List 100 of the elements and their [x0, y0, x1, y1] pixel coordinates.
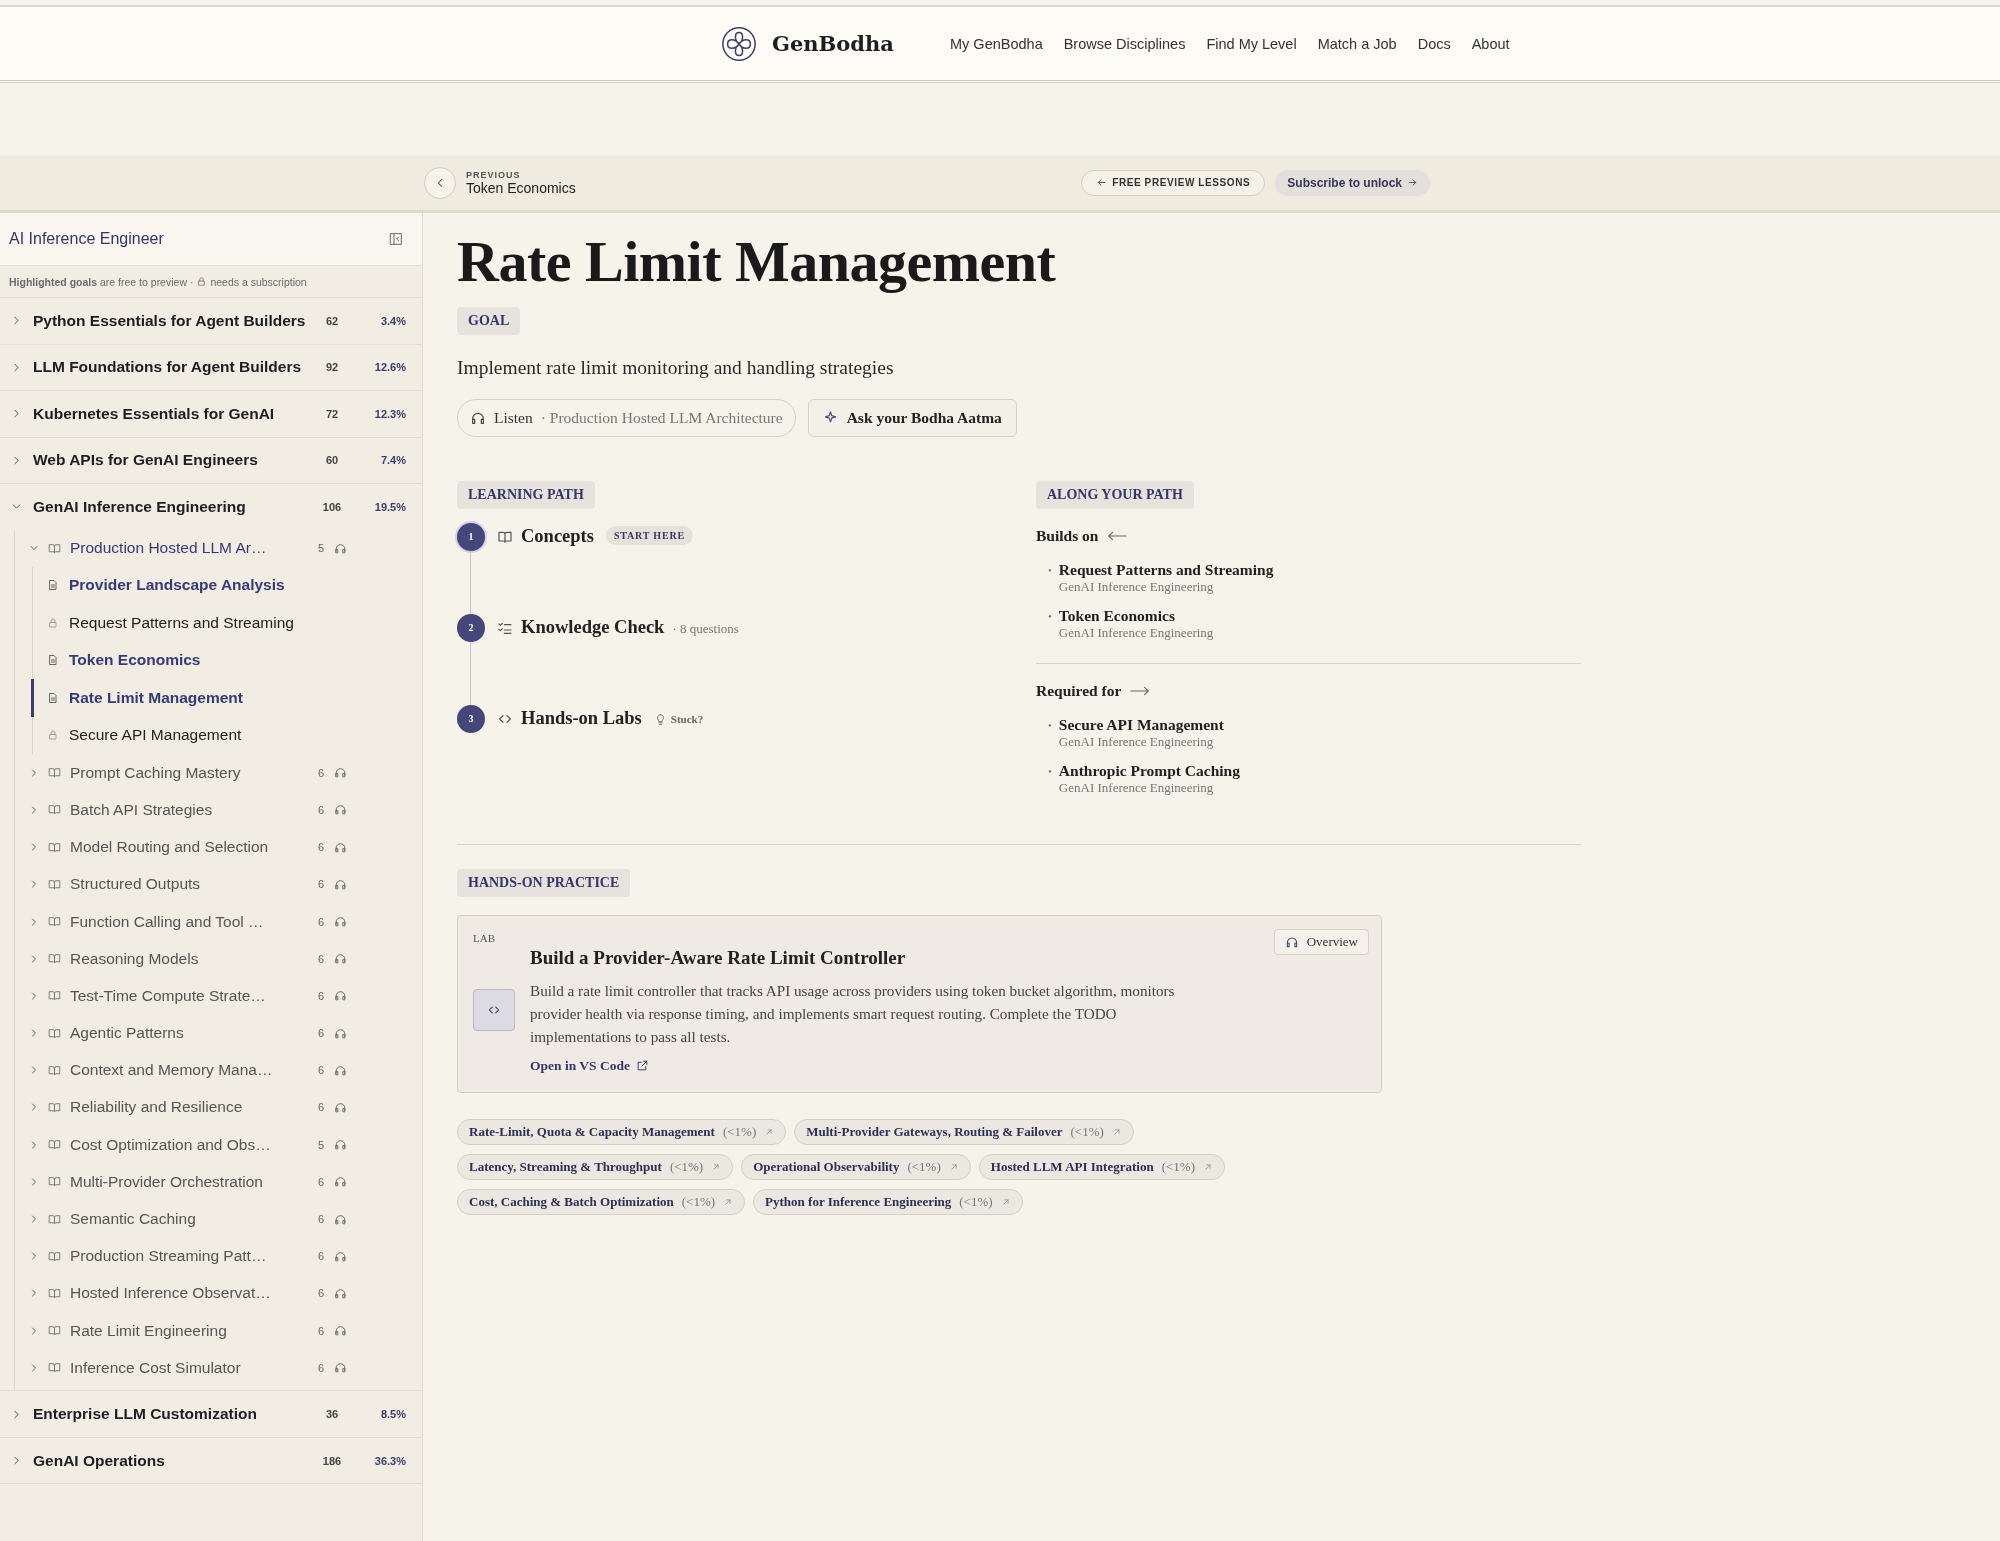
submodule-row[interactable]: Cost Optimization and Obs… 5 — [15, 1126, 422, 1164]
nav-link[interactable]: My GenBodha — [950, 35, 1043, 52]
submodule-row[interactable]: Multi-Provider Orchestration 6 — [15, 1163, 422, 1201]
headphones-icon[interactable] — [334, 1175, 347, 1189]
lesson-item[interactable]: Request Patterns and Streaming — [31, 604, 422, 642]
headphones-icon[interactable] — [334, 541, 347, 555]
nav-link[interactable]: Find My Level — [1206, 35, 1297, 52]
sidebar-title: AI Inference Engineer — [9, 230, 164, 248]
submodule-row[interactable]: Rate Limit Engineering 6 — [15, 1312, 422, 1350]
book-icon — [48, 877, 61, 891]
submodule-row[interactable]: Semantic Caching 6 — [15, 1200, 422, 1238]
headphones-icon[interactable] — [334, 1249, 347, 1263]
collapse-sidebar-icon[interactable] — [388, 231, 404, 247]
headphones-icon[interactable] — [334, 840, 347, 854]
legend-text: needs a subscription — [210, 275, 307, 288]
headphones-icon[interactable] — [334, 1324, 347, 1338]
module-title: Python Essentials for Agent Builders — [33, 311, 307, 330]
step-link[interactable]: Hands-on Labs — [521, 707, 642, 729]
module-percent: 7.4% — [379, 454, 406, 467]
submodule-row[interactable]: Context and Memory Mana… 6 — [15, 1051, 422, 1089]
previous-label: PREVIOUS — [466, 169, 522, 180]
related-goal-module: GenAI Inference Engineering — [1058, 578, 1215, 595]
headphones-icon[interactable] — [334, 1212, 347, 1226]
module-row[interactable]: Python Essentials for Agent Builders 62 3.4% — [0, 298, 422, 344]
module-row[interactable]: Web APIs for GenAI Engineers 60 7.4% — [0, 437, 422, 483]
submodule-row[interactable]: Test-Time Compute Strate… 6 — [15, 977, 422, 1015]
headphones-icon[interactable] — [334, 989, 347, 1003]
ask-assistant-button[interactable]: Ask your Bodha Aatma — [807, 398, 1017, 437]
related-goal-link[interactable]: Anthropic Prompt Caching — [1058, 761, 1240, 780]
submodule-count: 6 — [318, 1027, 326, 1040]
relation-label: Required for — [1036, 681, 1122, 700]
submodule-row[interactable]: Structured Outputs 6 — [15, 865, 422, 903]
submodule-row[interactable]: Function Calling and Tool … 6 — [15, 902, 422, 941]
skill-tag[interactable]: Latency, Streaming & Throughput (<1%) — [457, 1153, 734, 1180]
submodule-row[interactable]: Hosted Inference Observat… 6 — [15, 1274, 422, 1312]
submodule-row[interactable]: Reliability and Resilience 6 — [15, 1088, 422, 1127]
lab-label: LAB — [473, 931, 495, 944]
nav-link[interactable]: Docs — [1417, 35, 1451, 52]
nav-link[interactable]: Match a Job — [1317, 35, 1397, 52]
headphones-icon[interactable] — [334, 1361, 347, 1375]
skill-tag[interactable]: Python for Inference Engineering (<1%) — [753, 1188, 1023, 1215]
submodule-row[interactable]: Model Routing and Selection 6 — [15, 828, 422, 866]
headphones-icon[interactable] — [334, 1026, 347, 1040]
page-title: Rate Limit Management — [457, 228, 1057, 296]
skill-tag[interactable]: Hosted LLM API Integration (<1%) — [978, 1153, 1225, 1180]
lesson-item[interactable]: Token Economics — [31, 641, 422, 680]
listen-button[interactable]: Listen · Production Hosted LLM Architecture — [457, 398, 796, 437]
submodule-row[interactable]: Production Hosted LLM Ar… 5 — [15, 529, 422, 567]
skill-tag[interactable]: Rate-Limit, Quota & Capacity Management (<1%) — [457, 1118, 787, 1145]
related-goal-link[interactable]: Request Patterns and Streaming — [1058, 560, 1274, 579]
document-icon — [47, 579, 59, 592]
book-icon — [48, 1212, 61, 1226]
module-row[interactable]: GenAI Operations 186 36.3% — [0, 1437, 422, 1484]
step-link[interactable]: Knowledge Check — [521, 616, 665, 638]
skill-tag[interactable]: Multi-Provider Gateways, Routing & Failover (<1%) — [794, 1118, 1134, 1145]
brand-name[interactable]: GenBodha — [772, 31, 894, 56]
submodule-row[interactable]: Reasoning Models 6 — [15, 940, 422, 978]
headphones-icon[interactable] — [334, 877, 347, 891]
headphones-icon[interactable] — [334, 1063, 347, 1077]
nav-link[interactable]: Browse Disciplines — [1063, 35, 1186, 52]
lesson-item[interactable]: Rate Limit Management — [31, 679, 422, 717]
submodule-row[interactable]: Batch API Strategies 6 — [15, 791, 422, 829]
step-link[interactable]: Concepts — [521, 525, 594, 547]
submodule-title: Production Hosted LLM Ar… — [70, 539, 268, 558]
related-goal-link[interactable]: Secure API Management — [1058, 715, 1224, 734]
related-goal-link[interactable]: Token Economics — [1058, 606, 1214, 625]
headphones-icon[interactable] — [334, 1286, 347, 1300]
free-preview-button[interactable]: FREE PREVIEW LESSONS — [1081, 169, 1266, 196]
arrow-up-right-icon — [764, 1126, 775, 1137]
module-row[interactable]: Kubernetes Essentials for GenAI 72 12.3% — [0, 391, 422, 437]
module-row[interactable]: LLM Foundations for Agent Builders 92 12.6% — [0, 344, 422, 390]
submodule-row[interactable]: Inference Cost Simulator 6 — [15, 1349, 422, 1387]
nav-link[interactable]: About — [1471, 35, 1510, 52]
open-in-editor-link[interactable]: Open in VS Code — [530, 1057, 649, 1074]
module-row[interactable]: Enterprise LLM Customization 36 8.5% — [0, 1391, 422, 1437]
submodule-row[interactable]: Production Streaming Patt… 6 — [15, 1237, 422, 1275]
overview-button[interactable]: Overview — [1273, 928, 1369, 955]
headphones-icon[interactable] — [334, 803, 347, 817]
lesson-item[interactable]: Provider Landscape Analysis — [31, 566, 422, 605]
previous-lesson-link[interactable]: Token Economics — [466, 179, 576, 196]
document-icon — [47, 691, 59, 704]
skill-tag[interactable]: Operational Observability (<1%) — [741, 1153, 971, 1180]
headphones-icon[interactable] — [334, 952, 347, 966]
skill-tag[interactable]: Cost, Caching & Batch Optimization (<1%) — [457, 1188, 746, 1215]
subscribe-button[interactable]: Subscribe to unlock — [1275, 169, 1430, 196]
bullet-mark: • — [1048, 609, 1052, 624]
module-row[interactable]: GenAI Inference Engineering 106 19.5% — [0, 484, 422, 530]
book-icon — [48, 1249, 61, 1263]
submodule-row[interactable]: Prompt Caching Mastery 6 — [15, 754, 422, 792]
stuck-link[interactable]: Stuck? — [670, 712, 704, 725]
lesson-item[interactable]: Secure API Management — [31, 716, 422, 755]
module-percent: 36.3% — [373, 1454, 406, 1467]
submodule-row[interactable]: Agentic Patterns 6 — [15, 1014, 422, 1052]
sparkle-icon — [822, 410, 838, 426]
submodule-title: Reasoning Models — [70, 949, 200, 968]
headphones-icon[interactable] — [334, 915, 347, 929]
headphones-icon[interactable] — [334, 1100, 347, 1114]
headphones-icon[interactable] — [334, 1138, 347, 1152]
headphones-icon[interactable] — [334, 766, 347, 780]
book-icon — [48, 1324, 61, 1338]
